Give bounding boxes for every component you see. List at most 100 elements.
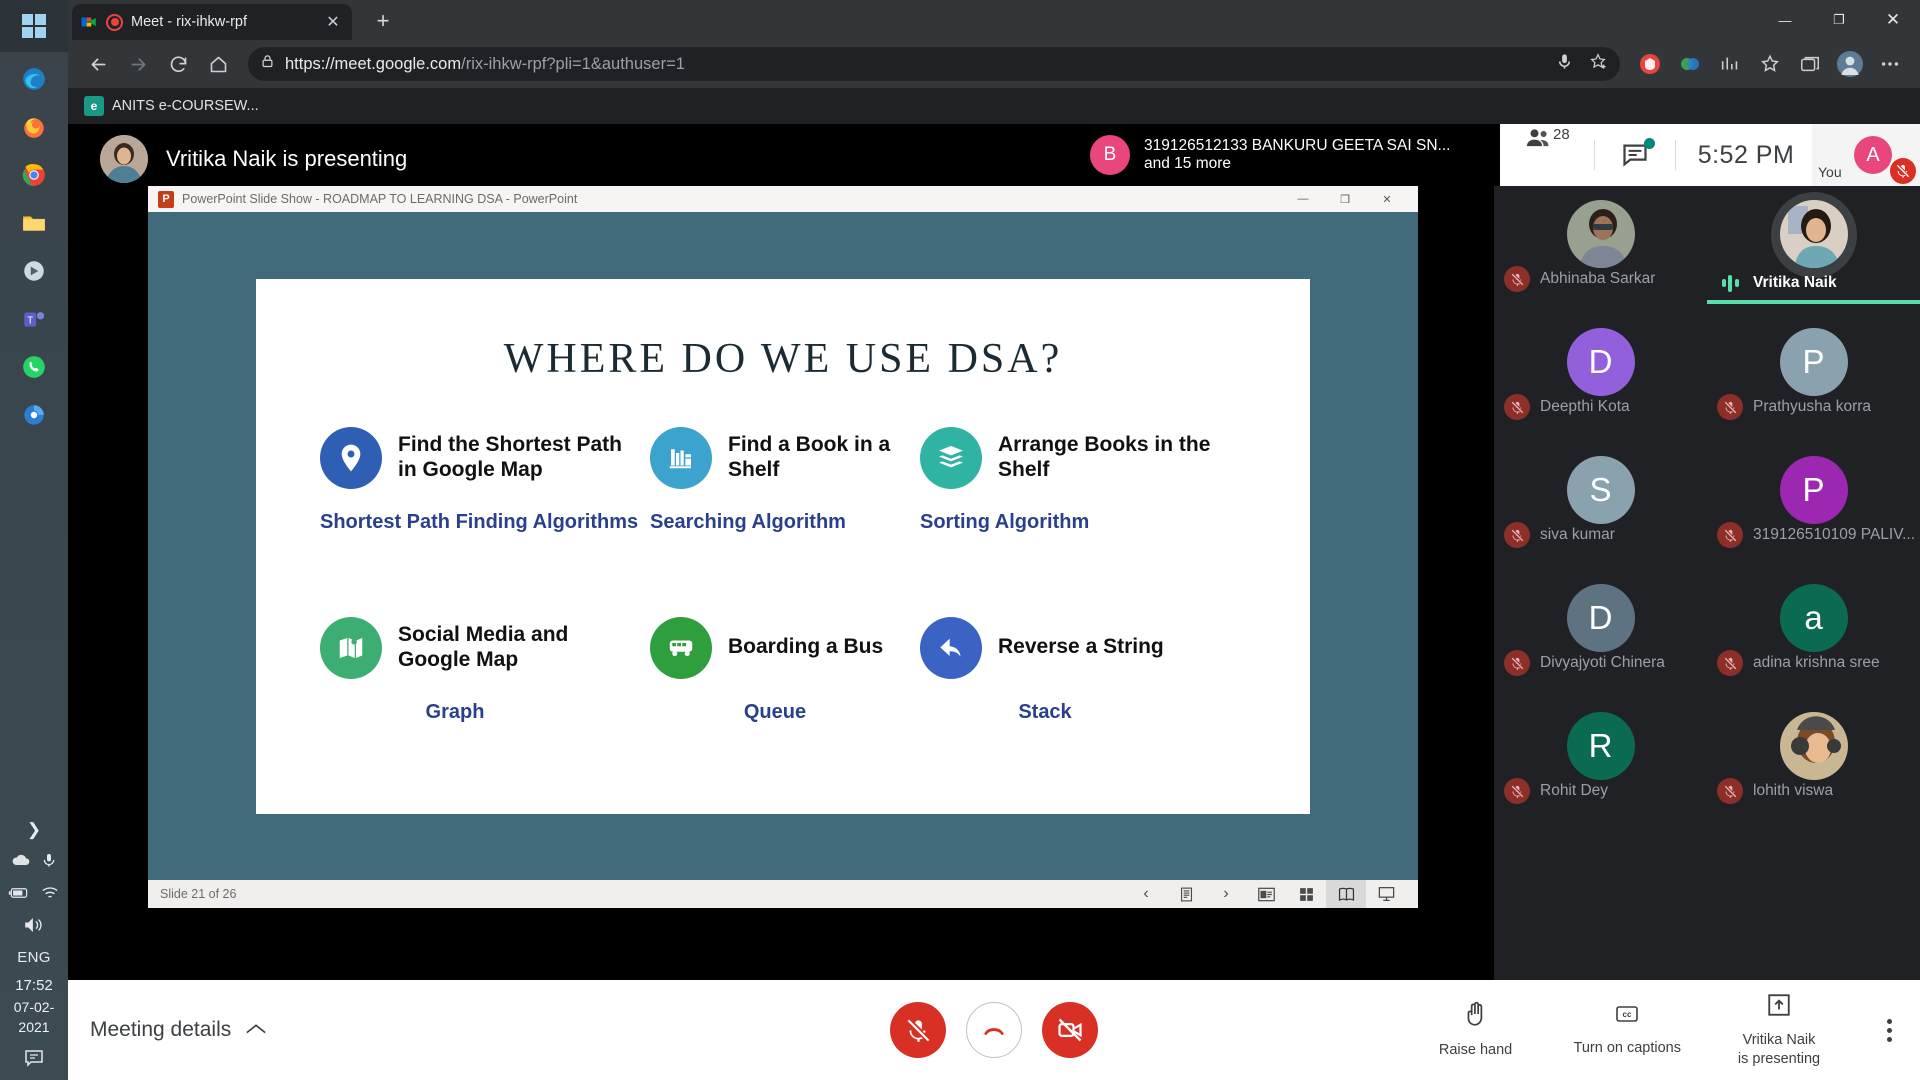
participant-name: Divyajyoti Chinera: [1540, 654, 1665, 671]
participant-tile[interactable]: Abhinaba Sarkar: [1494, 186, 1707, 314]
extension-icon[interactable]: [1672, 46, 1708, 82]
tab-title: Meet - rix-ihkw-rpf: [131, 14, 248, 30]
taskbar-app-whatsapp[interactable]: [17, 350, 51, 384]
slide-list-icon[interactable]: [1166, 880, 1206, 908]
slide-title: WHERE DO WE USE DSA?: [503, 335, 1063, 382]
mic-off-button[interactable]: [890, 1002, 946, 1058]
participant-tile[interactable]: R Rohit Dey: [1494, 698, 1707, 826]
meeting-clock: 5:52 PM: [1697, 140, 1795, 169]
meet-right-controls: Raise hand cc Turn on captions Vritika N…: [1430, 992, 1902, 1069]
avatar: A: [1854, 136, 1892, 174]
participant-tile[interactable]: lohith viswa: [1707, 698, 1920, 826]
leave-call-button[interactable]: [966, 1002, 1022, 1058]
clock-date[interactable]: 17:52 07-02-2021: [0, 976, 68, 1037]
new-tab-button[interactable]: +: [368, 8, 398, 36]
favorites-icon[interactable]: [1752, 46, 1788, 82]
collections-icon[interactable]: [1712, 46, 1748, 82]
minimize-button[interactable]: —: [1758, 0, 1812, 40]
self-tile[interactable]: You A: [1812, 124, 1920, 186]
chat-button[interactable]: [1595, 124, 1675, 186]
home-icon[interactable]: [200, 46, 236, 82]
slide-item-label: Find the Shortest Path in Google Map: [398, 432, 623, 481]
slide-item-sublabel: Shortest Path Finding Algorithms: [320, 510, 639, 533]
notification-icon[interactable]: [0, 1047, 68, 1069]
forward-arrow-icon[interactable]: [120, 46, 156, 82]
start-button[interactable]: [0, 0, 68, 52]
close-window-button[interactable]: ✕: [1366, 186, 1408, 212]
participant-row: S siva kumar P 319126510109 PALIV...: [1494, 442, 1920, 570]
participant-tile[interactable]: S siva kumar: [1494, 442, 1707, 570]
close-window-button[interactable]: ✕: [1866, 0, 1920, 40]
battery-charging-icon[interactable]: [8, 885, 30, 906]
slide-item-sublabel: Graph: [425, 700, 485, 723]
address-bar[interactable]: https://meet.google.com/rix-ihkw-rpf?pli…: [248, 47, 1620, 81]
microphone-icon[interactable]: [1555, 52, 1574, 76]
participant-name-row: Rohit Dey: [1504, 778, 1707, 804]
participant-tile[interactable]: P 319126510109 PALIV...: [1707, 442, 1920, 570]
previous-slide-button[interactable]: ‹: [1126, 880, 1166, 908]
powerpoint-status-bar: Slide 21 of 26 ‹ ›: [148, 880, 1418, 908]
present-label-line1: Vritika Naik: [1742, 1031, 1816, 1048]
star-add-icon[interactable]: [1588, 52, 1608, 76]
minimize-button[interactable]: —: [1282, 186, 1324, 212]
toast-line-1: 319126512133 BANKURU GEETA SAI SN...: [1144, 137, 1451, 154]
restore-button[interactable]: ❐: [1324, 186, 1366, 212]
reload-icon[interactable]: [160, 46, 196, 82]
slide-item-sublabel: Queue: [743, 700, 807, 723]
captions-button[interactable]: cc Turn on captions: [1574, 1002, 1681, 1058]
shared-screen-stage: P PowerPoint Slide Show - ROADMAP TO LEA…: [68, 186, 1494, 1016]
participant-name-row: Prathyusha korra: [1717, 394, 1920, 420]
more-vertical-icon[interactable]: [1877, 1018, 1902, 1042]
normal-view-icon[interactable]: [1246, 880, 1286, 908]
presenter-name: Vritika Naik is presenting: [166, 146, 408, 171]
bookmark-anits-ecourseware[interactable]: ANITS e-COURSEW...: [112, 98, 259, 114]
slide-item: Social Media and Google Map Graph: [320, 616, 650, 797]
wifi-icon[interactable]: [40, 885, 60, 906]
language-indicator[interactable]: ENG: [17, 949, 50, 966]
participant-tile[interactable]: D Divyajyoti Chinera: [1494, 570, 1707, 698]
participant-tile[interactable]: Vritika Naik: [1707, 186, 1920, 314]
participant-tile[interactable]: D Deepthi Kota: [1494, 314, 1707, 442]
cloud-icon[interactable]: [11, 850, 31, 875]
raise-hand-button[interactable]: Raise hand: [1430, 1000, 1522, 1060]
reading-view-icon[interactable]: [1326, 880, 1366, 908]
speaker-icon[interactable]: [23, 916, 45, 939]
present-now-button[interactable]: Vritika Naik is presenting: [1733, 992, 1825, 1069]
taskbar-app-edge[interactable]: [17, 62, 51, 96]
maximize-button[interactable]: ❐: [1812, 0, 1866, 40]
self-label: You: [1818, 164, 1842, 180]
tray-expand-button[interactable]: ❯: [0, 820, 68, 840]
google-meet-app: Vritika Naik is presenting B 31912651213…: [68, 124, 1920, 1080]
mic-off-icon: [1504, 394, 1530, 420]
taskbar-app-media[interactable]: [17, 398, 51, 432]
tab-list-icon[interactable]: [1792, 46, 1828, 82]
taskbar-app-file-explorer[interactable]: [17, 206, 51, 240]
slideshow-icon[interactable]: [1366, 880, 1406, 908]
participant-tile[interactable]: a adina krishna sree: [1707, 570, 1920, 698]
participant-rail[interactable]: Abhinaba Sarkar Vritika Naik D Deepthi K…: [1494, 186, 1920, 1016]
close-icon[interactable]: ✕: [322, 12, 344, 32]
more-options-icon[interactable]: [1872, 46, 1908, 82]
slide-item-label: Find a Book in a Shelf: [728, 432, 891, 481]
participant-name-row: Deepthi Kota: [1504, 394, 1707, 420]
camera-off-button[interactable]: [1042, 1002, 1098, 1058]
participant-name: Prathyusha korra: [1753, 398, 1872, 415]
avatar: P: [1779, 328, 1848, 396]
taskbar-app-list: T: [17, 62, 51, 432]
taskbar-app-teams[interactable]: T: [17, 302, 51, 336]
reply-arrow-icon: [920, 616, 982, 679]
participant-tile[interactable]: P Prathyusha korra: [1707, 314, 1920, 442]
meeting-details-button[interactable]: Meeting details: [90, 1018, 267, 1042]
grid-view-icon[interactable]: [1286, 880, 1326, 908]
participants-button[interactable]: 28: [1500, 124, 1594, 186]
back-arrow-icon[interactable]: [80, 46, 116, 82]
browser-tab-meet[interactable]: Meet - rix-ihkw-rpf ✕: [72, 4, 352, 40]
participant-name: Rohit Dey: [1540, 782, 1609, 799]
taskbar-app-chrome[interactable]: [17, 158, 51, 192]
taskbar-app-firefox[interactable]: [17, 110, 51, 144]
taskbar-app-store[interactable]: [17, 254, 51, 288]
microphone-icon[interactable]: [41, 850, 57, 875]
next-slide-button[interactable]: ›: [1206, 880, 1246, 908]
profile-avatar-icon[interactable]: [1832, 46, 1868, 82]
tracking-protection-icon[interactable]: [1632, 46, 1668, 82]
